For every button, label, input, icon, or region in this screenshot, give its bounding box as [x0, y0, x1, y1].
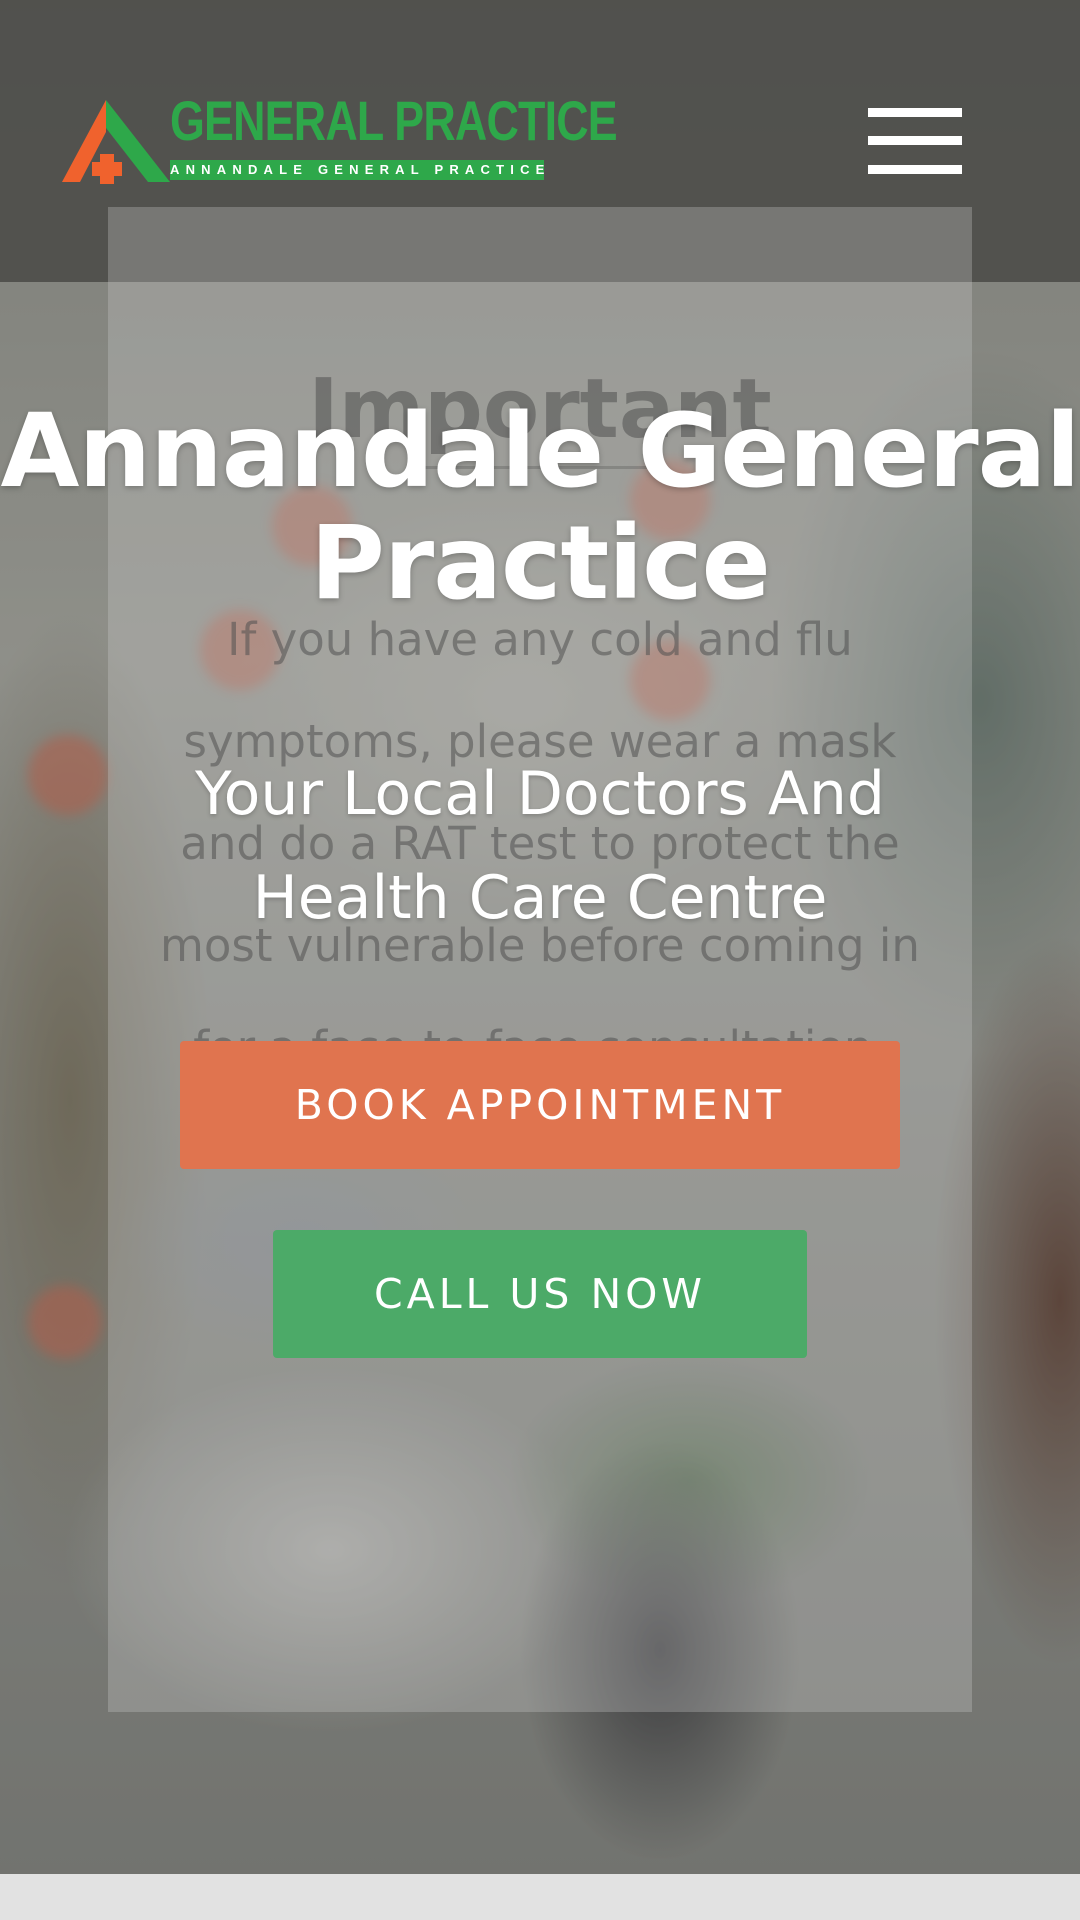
logo-tagline: ANNANDALE GENERAL PRACTICE [170, 160, 544, 180]
hero-subtitle: Your Local Doctors And Health Care Centr… [194, 759, 886, 933]
logo-title: GENERAL PRACTICE [170, 89, 618, 152]
hamburger-menu-icon[interactable] [868, 108, 962, 174]
book-appointment-button[interactable]: BOOK APPOINTMENT [180, 1041, 900, 1169]
site-logo[interactable]: GENERAL PRACTICE ANNANDALE GENERAL PRACT… [44, 89, 618, 184]
page-bottom-strip [0, 1874, 1080, 1920]
hero-title: Annandale General Practice [0, 392, 1080, 623]
house-cross-logo-icon [62, 100, 170, 184]
page: Important If you have any cold and flu s… [0, 0, 1080, 1920]
call-us-now-button[interactable]: CALL US NOW [273, 1230, 807, 1358]
